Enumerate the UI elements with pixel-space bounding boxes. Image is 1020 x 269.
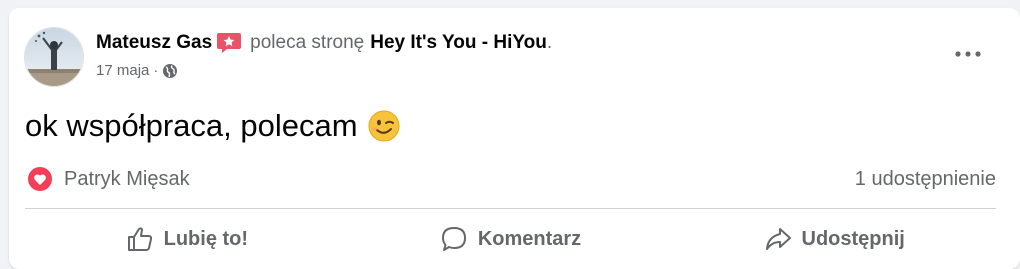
more-options-icon[interactable]	[950, 42, 986, 66]
globe-icon[interactable]	[162, 63, 178, 79]
winking-face-emoji-icon	[368, 110, 400, 142]
reactor-names[interactable]: Patryk Mięsak	[64, 168, 190, 191]
post-verb: poleca stronę	[250, 32, 365, 53]
page-suffix: .	[546, 32, 553, 53]
post-actions: Lubię to! Komentarz Udostępnij	[25, 216, 996, 262]
post-header: Mateusz Gas poleca stronę Hey It's You -…	[96, 30, 552, 56]
share-icon	[765, 228, 791, 250]
share-button[interactable]: Udostępnij	[672, 216, 996, 262]
shares-count[interactable]: 1 udostępnienie	[855, 168, 996, 191]
thumbs-up-icon	[127, 227, 152, 251]
share-button-label: Udostępnij	[801, 227, 905, 250]
page-link[interactable]: Hey It's You - HiYou	[370, 30, 547, 56]
post-meta: 17 maja ·	[96, 62, 178, 79]
comment-button[interactable]: Komentarz	[349, 216, 673, 262]
post-text: ok współpraca, polecam	[25, 108, 358, 143]
author-avatar[interactable]	[24, 27, 84, 87]
comment-button-label: Komentarz	[477, 227, 582, 250]
author-name[interactable]: Mateusz Gas	[96, 30, 212, 56]
post-card: Mateusz Gas poleca stronę Hey It's You -…	[9, 8, 1020, 269]
recommendation-badge-icon	[216, 32, 242, 54]
reactions-summary[interactable]: Patryk Mięsak	[27, 166, 190, 192]
post-date[interactable]: 17 maja	[96, 62, 149, 79]
actions-divider	[25, 208, 996, 209]
comment-icon	[441, 227, 466, 251]
meta-separator: ·	[153, 62, 159, 79]
like-button-label: Lubię to!	[163, 227, 249, 250]
love-reaction-icon	[27, 166, 53, 192]
like-button[interactable]: Lubię to!	[25, 216, 349, 262]
post-body: ok współpraca, polecam	[25, 106, 400, 146]
